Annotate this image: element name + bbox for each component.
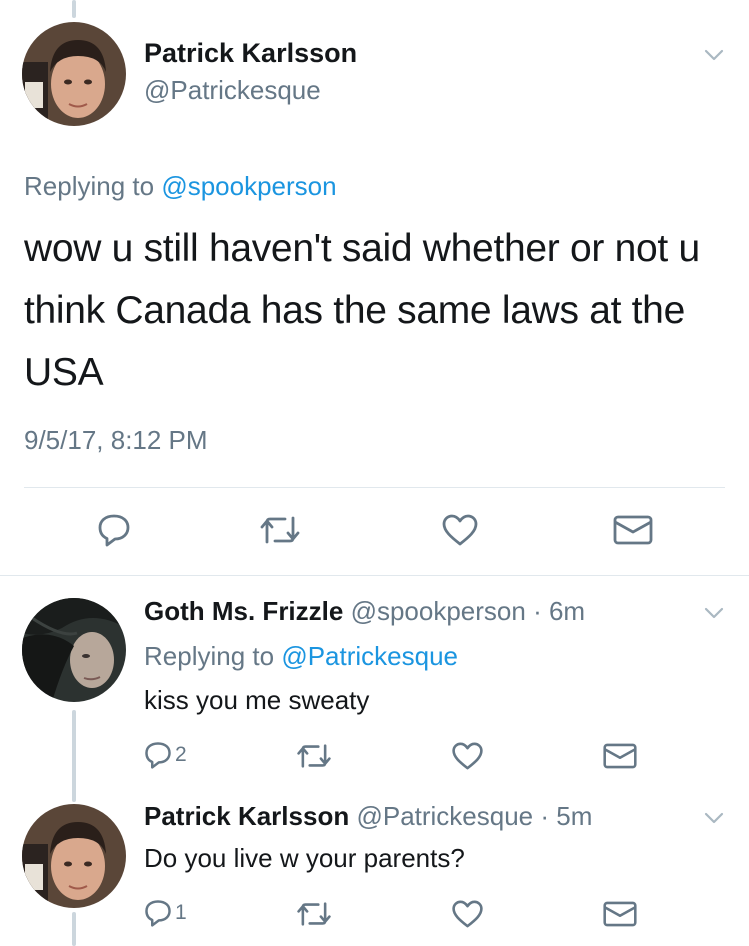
reply-button[interactable]: 2 (144, 740, 187, 770)
chevron-down-icon[interactable] (704, 811, 724, 825)
thread-line-bottom (72, 912, 76, 946)
reply-button[interactable]: 1 (144, 898, 187, 928)
reply-icon (145, 900, 171, 927)
avatar[interactable] (22, 22, 126, 126)
retweet-button[interactable] (296, 900, 332, 928)
author-handle[interactable]: @Patrickesque (144, 75, 321, 106)
tweet-text: kiss you me sweaty (144, 685, 370, 715)
replying-to-handle[interactable]: @spookperson (161, 171, 336, 201)
like-icon (452, 900, 483, 928)
reply-button[interactable] (97, 512, 131, 548)
author-handle[interactable]: @Patrickesque (356, 801, 533, 831)
author-name[interactable]: Goth Ms. Frizzle (144, 596, 343, 626)
replying-to-handle[interactable]: @Patrickesque (281, 641, 458, 671)
retweet-icon (297, 902, 331, 926)
reply-header: Goth Ms. Frizzle @spookperson · 6m (144, 596, 585, 627)
tweet-time[interactable]: · 6m (533, 596, 585, 626)
reply-count: 1 (175, 901, 187, 924)
avatar[interactable] (22, 804, 126, 908)
like-button[interactable] (441, 513, 479, 547)
avatar[interactable] (22, 598, 126, 702)
reply-header: Patrick Karlsson @Patrickesque · 5m (144, 801, 592, 832)
like-button[interactable] (451, 741, 484, 771)
retweet-button[interactable] (259, 514, 301, 546)
author-name[interactable]: Patrick Karlsson (144, 38, 357, 69)
chevron-down-icon[interactable] (704, 606, 724, 620)
tweet-time[interactable]: · 5m (540, 801, 592, 831)
section-divider (0, 575, 749, 576)
retweet-icon (260, 516, 300, 544)
thread-line-middle (72, 710, 76, 802)
tweet-text: Do you live w your parents? (144, 843, 465, 873)
direct-message-icon (603, 901, 637, 927)
reply-icon (145, 742, 171, 769)
replying-to-label: Replying to (24, 171, 162, 201)
retweet-icon (297, 744, 331, 768)
direct-message-icon (613, 515, 653, 545)
like-button[interactable] (451, 899, 484, 929)
reply-icon (98, 514, 130, 547)
direct-message-icon (603, 743, 637, 769)
tweet-timestamp[interactable]: 9/5/17, 8:12 PM (24, 425, 208, 456)
retweet-button[interactable] (296, 742, 332, 770)
author-handle[interactable]: @spookperson (351, 596, 526, 626)
tweet-text: wow u still haven't said whether or not … (24, 227, 700, 394)
direct-message-button[interactable] (603, 901, 637, 927)
direct-message-button[interactable] (613, 515, 653, 545)
thread-line-top (72, 0, 76, 18)
chevron-down-icon[interactable] (704, 48, 724, 62)
like-icon (442, 514, 478, 546)
replying-to: Replying to @Patrickesque (144, 641, 458, 672)
reply-count: 2 (175, 743, 187, 766)
like-icon (452, 742, 483, 770)
author-name[interactable]: Patrick Karlsson (144, 801, 349, 831)
replying-to: Replying to @spookperson (24, 171, 337, 202)
divider (24, 487, 725, 488)
replying-to-label: Replying to (144, 641, 282, 671)
direct-message-button[interactable] (603, 743, 637, 769)
